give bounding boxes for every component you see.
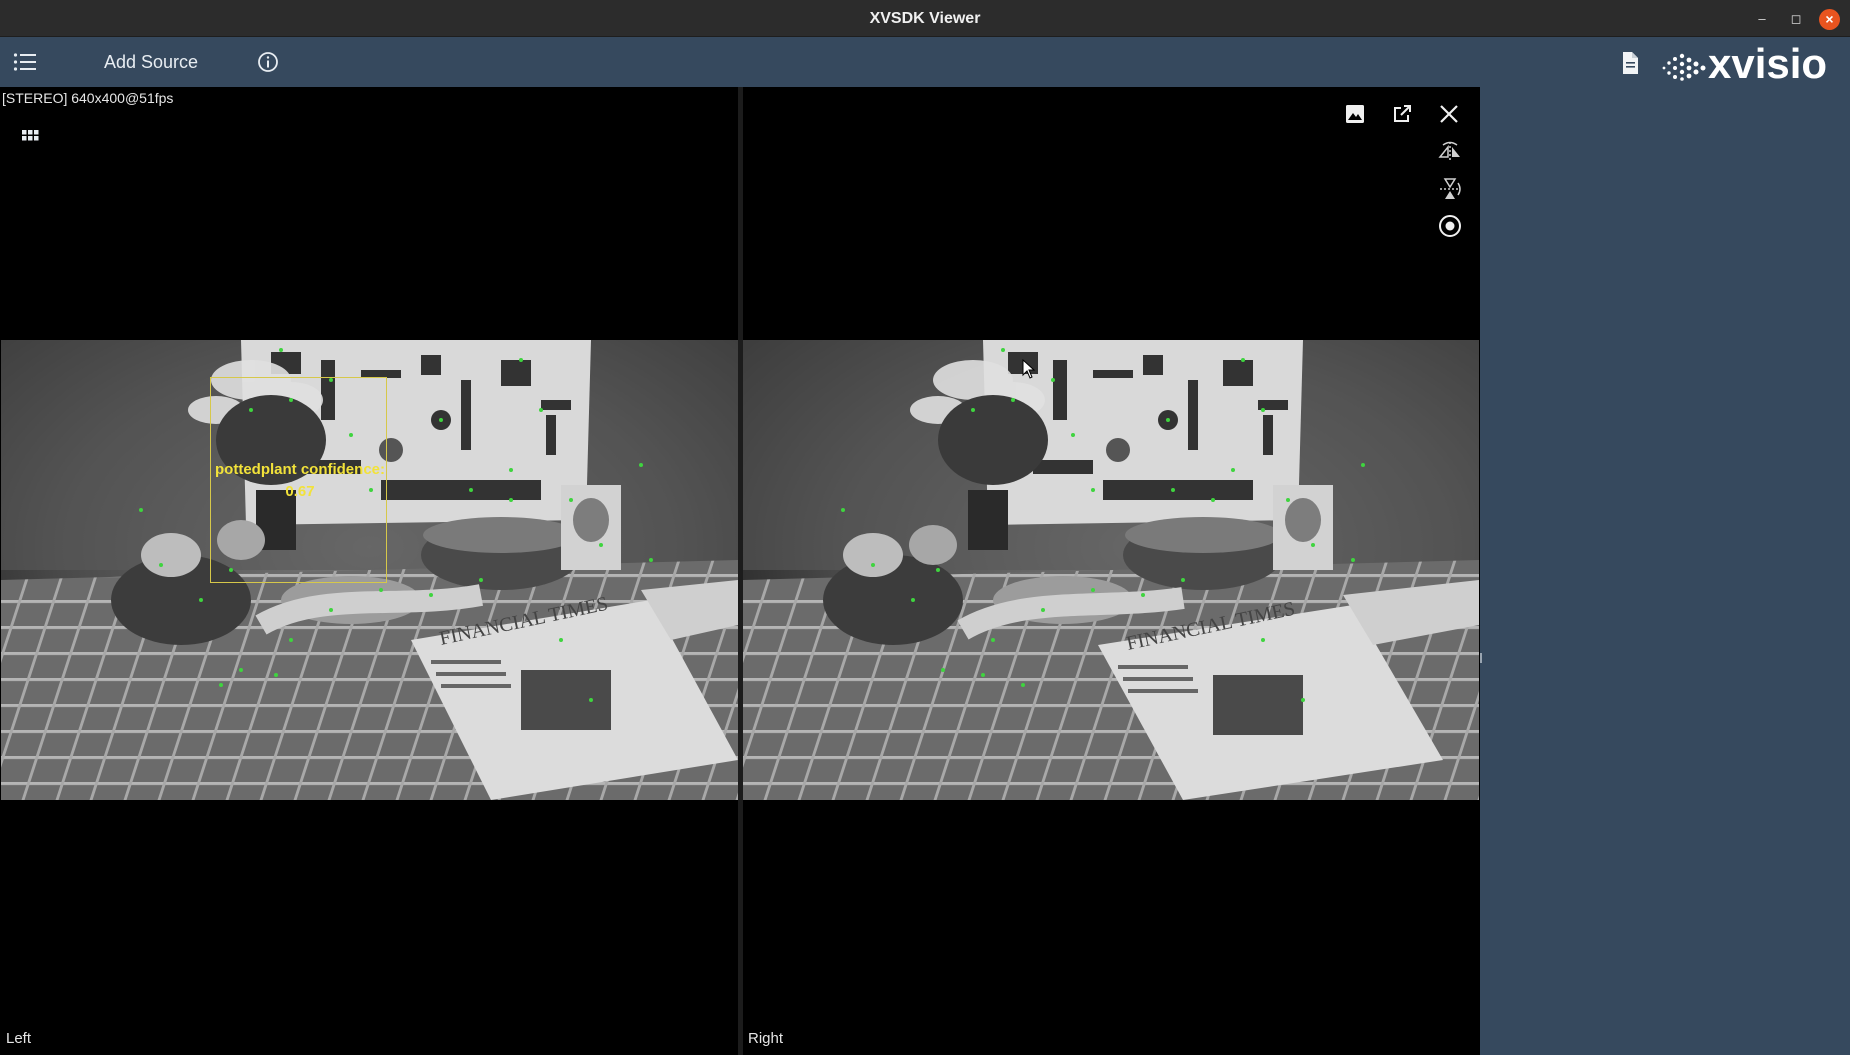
stream-info: [STEREO] 640x400@51fps bbox=[2, 90, 174, 106]
side-panel bbox=[1480, 87, 1850, 1055]
close-window-button[interactable]: × bbox=[1819, 9, 1840, 30]
open-external-icon[interactable] bbox=[1389, 101, 1415, 127]
toolbar: Add Source xvisio bbox=[0, 37, 1850, 87]
split-divider[interactable] bbox=[738, 87, 743, 1055]
window-title: XVSDK Viewer bbox=[869, 10, 981, 27]
xvisio-logo: xvisio bbox=[1662, 42, 1827, 82]
mouse-cursor bbox=[1022, 359, 1036, 379]
title-bar: XVSDK Viewer – ◻ × bbox=[0, 0, 1850, 37]
minimize-button[interactable]: – bbox=[1752, 9, 1772, 29]
left-camera-label: Left bbox=[6, 1030, 32, 1047]
flip-vertical-icon[interactable] bbox=[1437, 139, 1463, 165]
detection-confidence: 0.67 bbox=[285, 483, 315, 500]
panel-resize-handle[interactable] bbox=[1480, 653, 1482, 663]
right-camera-image: FINANCIAL TIMES bbox=[743, 340, 1479, 800]
viewer-area: [STEREO] 640x400@51fps FINANCIAL TIMES F… bbox=[0, 87, 1850, 1055]
logo-text: xvisio bbox=[1708, 42, 1827, 82]
document-icon[interactable] bbox=[1620, 51, 1640, 75]
add-source-button[interactable]: Add Source bbox=[104, 37, 198, 87]
close-icon[interactable] bbox=[1436, 101, 1462, 127]
detection-class: pottedplant confidence: bbox=[215, 461, 385, 478]
grid-icon[interactable] bbox=[22, 130, 39, 147]
image-icon[interactable] bbox=[1342, 101, 1368, 127]
right-camera-label: Right bbox=[748, 1030, 784, 1047]
restore-button[interactable]: ◻ bbox=[1786, 9, 1806, 29]
record-icon[interactable] bbox=[1437, 213, 1463, 239]
list-icon[interactable] bbox=[13, 51, 37, 73]
detection-label: pottedplant confidence: 0.67 bbox=[212, 459, 388, 503]
flip-horizontal-icon[interactable] bbox=[1437, 176, 1463, 202]
info-icon[interactable] bbox=[257, 51, 279, 73]
